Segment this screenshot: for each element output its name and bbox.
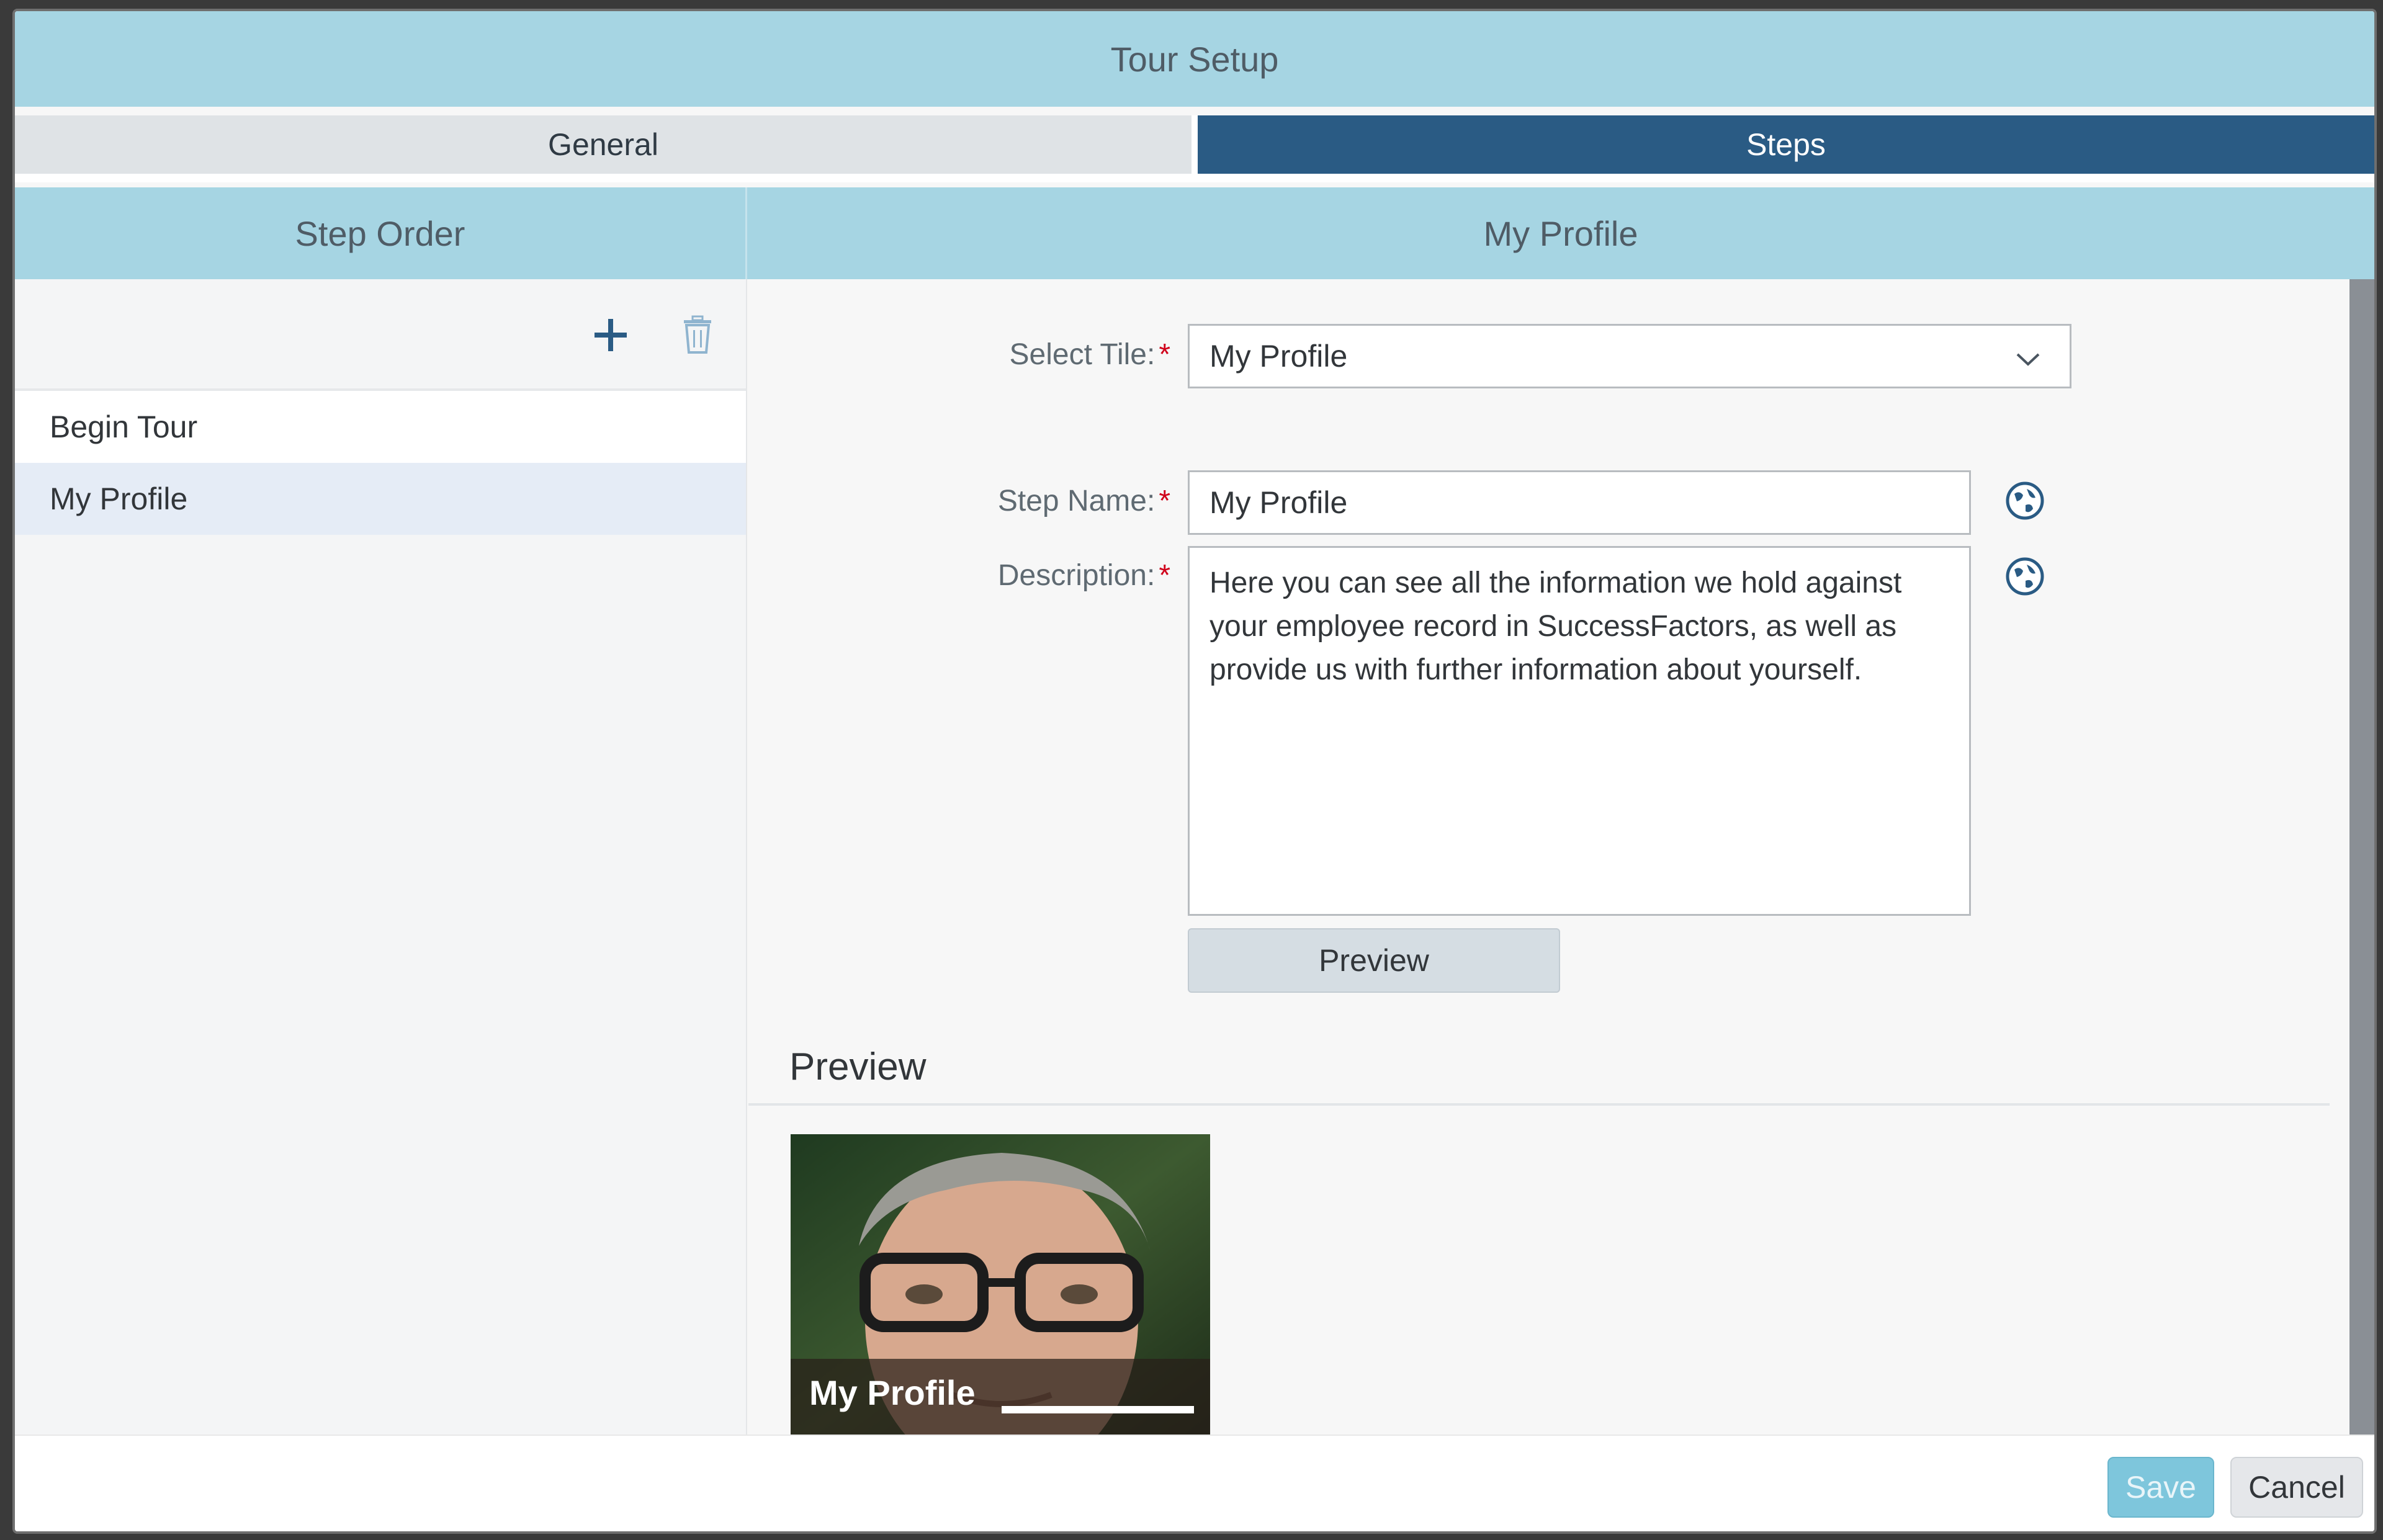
save-button[interactable]: Save xyxy=(2107,1457,2214,1518)
tab-bar: General Steps xyxy=(15,115,2374,182)
description-label: Description: * xyxy=(935,558,1170,593)
tour-setup-dialog: Tour Setup General Steps Step Order My P… xyxy=(12,9,2377,1534)
step-order-panel: Begin Tour My Profile xyxy=(15,279,747,1446)
step-name-input[interactable]: My Profile xyxy=(1188,470,1971,535)
globe-icon[interactable] xyxy=(2004,480,2045,521)
step-order-header: Step Order xyxy=(15,187,747,279)
plus-icon[interactable] xyxy=(586,310,635,360)
select-tile-label-text: Select Tile: xyxy=(1009,338,1156,371)
profile-tile-preview: My Profile xyxy=(791,1134,1210,1446)
tab-general[interactable]: General xyxy=(15,115,1192,174)
description-label-text: Description: xyxy=(997,559,1156,592)
cancel-button[interactable]: Cancel xyxy=(2230,1457,2363,1518)
required-mark: * xyxy=(1159,559,1170,592)
dialog-title: Tour Setup xyxy=(15,11,2374,107)
tile-progress-bar xyxy=(1002,1406,1194,1413)
step-item-my-profile[interactable]: My Profile xyxy=(15,463,746,535)
description-textarea[interactable]: Here you can see all the information we … xyxy=(1188,546,1971,916)
tab-steps[interactable]: Steps xyxy=(1198,115,2374,174)
globe-icon[interactable] xyxy=(2004,556,2045,597)
tile-caption: My Profile xyxy=(791,1359,1210,1446)
preview-heading: Preview xyxy=(789,1045,927,1088)
dialog-footer: Save Cancel xyxy=(15,1435,2374,1531)
select-tile-dropdown[interactable]: My Profile xyxy=(1188,324,2071,388)
required-mark: * xyxy=(1159,338,1170,371)
step-item-begin-tour[interactable]: Begin Tour xyxy=(15,391,746,463)
step-detail-panel: Select Tile: * My Profile Step Name: * My … xyxy=(748,279,2354,1446)
step-toolbar xyxy=(15,279,746,391)
select-tile-value: My Profile xyxy=(1209,339,1348,374)
step-name-label: Step Name: * xyxy=(935,484,1170,518)
preview-button[interactable]: Preview xyxy=(1188,928,1560,993)
required-mark: * xyxy=(1159,485,1170,517)
section-headers: Step Order My Profile xyxy=(15,187,2374,279)
select-tile-label: Select Tile: * xyxy=(935,338,1170,372)
divider xyxy=(748,1103,2330,1106)
scrollbar[interactable] xyxy=(2349,279,2374,1446)
step-name-label-text: Step Name: xyxy=(997,485,1156,517)
step-detail-header: My Profile xyxy=(1483,213,1638,253)
tile-title: My Profile xyxy=(809,1373,976,1412)
chevron-down-icon xyxy=(2014,344,2042,380)
tile-progress-fill xyxy=(1002,1406,1194,1413)
trash-icon[interactable] xyxy=(673,310,722,360)
